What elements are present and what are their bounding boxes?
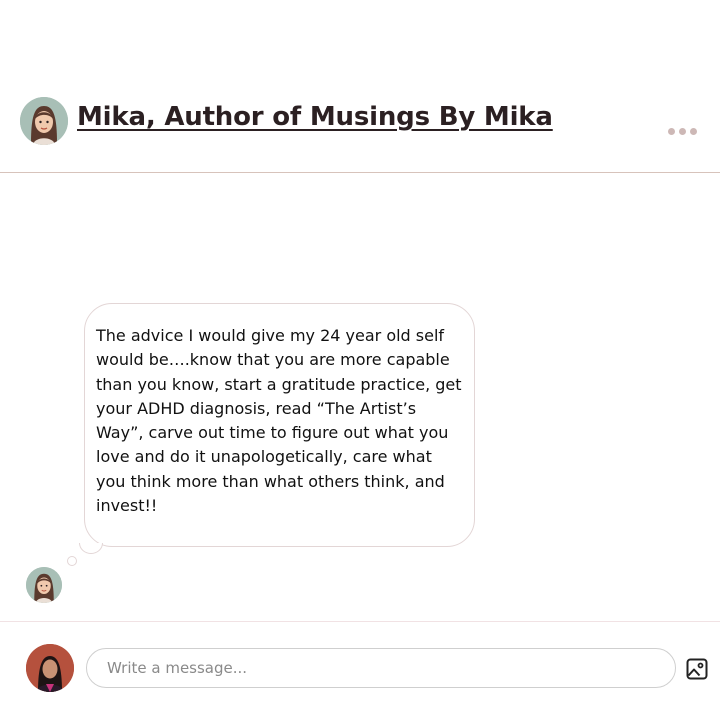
- image-icon[interactable]: [685, 657, 709, 681]
- conversation-title[interactable]: Mika, Author of Musings By Mika: [77, 102, 553, 132]
- message-input[interactable]: [86, 648, 676, 688]
- bubble-tail-dot: [67, 556, 77, 566]
- more-dots-icon[interactable]: [664, 122, 700, 140]
- author-avatar[interactable]: [20, 97, 68, 145]
- image-icon-glyph: [686, 658, 708, 680]
- dot: [689, 127, 697, 135]
- chat-header: Mika, Author of Musings By Mika: [0, 0, 720, 173]
- dot: [678, 127, 686, 135]
- sender-avatar-illustration: [26, 567, 62, 603]
- author-avatar-illustration: [20, 97, 68, 145]
- sender-avatar[interactable]: [26, 567, 62, 603]
- user-avatar-photo: [26, 644, 74, 692]
- message-bubble: The advice I would give my 24 year old s…: [84, 303, 475, 547]
- dot: [667, 127, 675, 135]
- message-text: The advice I would give my 24 year old s…: [96, 326, 462, 516]
- user-avatar[interactable]: [26, 644, 74, 692]
